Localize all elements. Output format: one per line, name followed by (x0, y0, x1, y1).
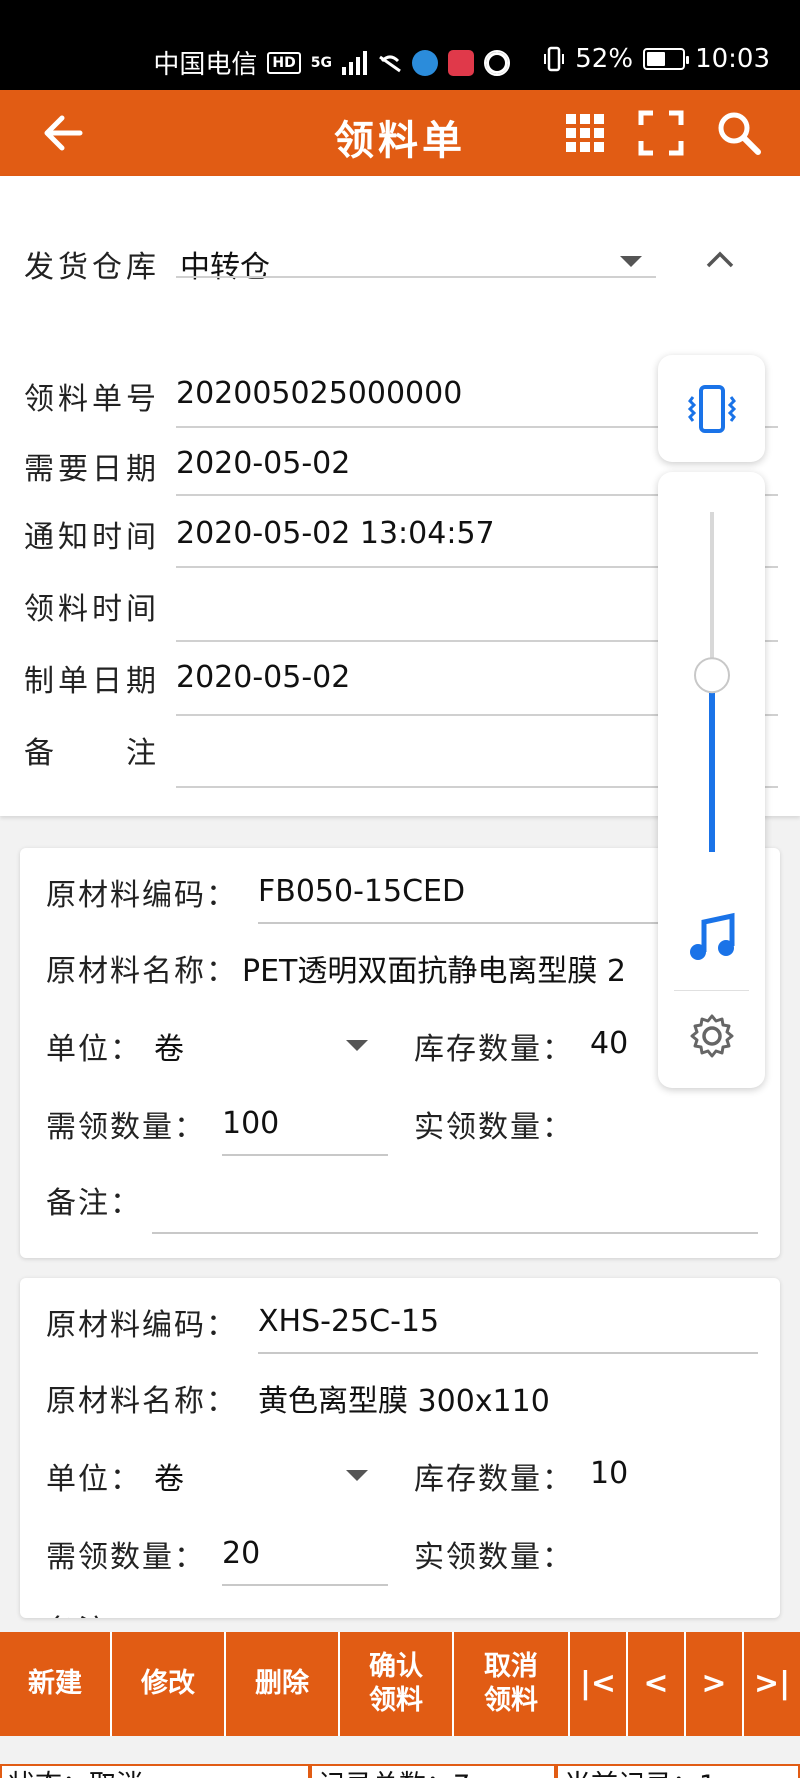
warehouse-label: 发货仓库 (24, 250, 160, 285)
signal-icon (342, 50, 367, 75)
bottom-toolbar: 新建 修改 删除 确认 领料 取消 领料 |< < > >| (0, 1632, 800, 1736)
required-qty-label: 需领数量： (46, 1110, 206, 1145)
stock-qty-label: 库存数量： (414, 1462, 574, 1497)
warehouse-select[interactable]: 中转仓 (180, 242, 270, 286)
field-label: 通知时间 (24, 520, 160, 555)
delete-button[interactable]: 删除 (226, 1632, 340, 1736)
next-record-button[interactable]: > (686, 1632, 744, 1736)
vibrate-icon[interactable] (684, 381, 740, 437)
cancel-pick-button[interactable]: 取消 领料 (454, 1632, 570, 1736)
volume-slider[interactable] (691, 512, 733, 852)
material-code-field[interactable]: FB050-15CED (258, 874, 465, 909)
material-code-label: 原材料编码： (46, 878, 238, 913)
gear-icon[interactable] (688, 1012, 736, 1060)
system-status-bar: 中国电信 HD 5G 52% 10:03 (0, 0, 800, 90)
required-qty-label: 需领数量： (46, 1540, 206, 1575)
material-code-label: 原材料编码： (46, 1308, 238, 1343)
collapse-chevron-up-icon[interactable] (704, 248, 736, 270)
volume-panel (658, 472, 765, 1088)
browser-app-icon (412, 49, 438, 76)
warehouse-dropdown-arrow-icon[interactable] (620, 256, 642, 267)
field-label: 制单日期 (24, 664, 160, 699)
field-label: 领料单号 (24, 382, 160, 417)
status-right-group: 52% 10:03 (543, 44, 770, 74)
unit-dropdown-arrow-icon[interactable] (346, 1040, 368, 1051)
volume-fill (709, 675, 715, 852)
notice-time-field[interactable]: 2020-05-02 13:04:57 (176, 516, 495, 551)
field-underline (222, 1584, 388, 1586)
first-record-button[interactable]: |< (570, 1632, 628, 1736)
field-label: 备 注 (24, 736, 160, 771)
volume-knob[interactable] (694, 657, 730, 694)
field-label: 需要日期 (24, 452, 160, 487)
vibrate-mode-icon (544, 46, 565, 72)
record-total: 记录总数：7 (310, 1764, 556, 1778)
material-code-field[interactable]: XHS-25C-15 (258, 1304, 439, 1339)
battery-icon (643, 48, 690, 70)
material-name-value: 黄色离型膜 300x110 (258, 1384, 550, 1419)
prev-record-button[interactable]: < (628, 1632, 686, 1736)
material-item-card: 原材料编码： XHS-25C-15 原材料名称： 黄色离型膜 300x110 单… (20, 1278, 780, 1618)
item-remark-label: 备注： (46, 1606, 142, 1618)
edit-button[interactable]: 修改 (112, 1632, 226, 1736)
material-name-label: 原材料名称： (46, 1384, 238, 1419)
record-state: 状态：取消 (0, 1764, 310, 1778)
music-note-icon[interactable] (686, 912, 738, 964)
confirm-pick-button[interactable]: 确认 领料 (340, 1632, 454, 1736)
material-name-value: PET透明双面抗静电离型膜 2 (242, 954, 626, 989)
network-type: 5G (310, 54, 332, 71)
actual-qty-label: 实领数量： (414, 1540, 574, 1575)
stock-qty-value: 40 (590, 1026, 629, 1061)
reader-app-icon (448, 49, 474, 76)
field-underline (258, 1352, 758, 1354)
unit-select[interactable]: 卷 (154, 1454, 184, 1498)
material-name-label: 原材料名称： (46, 954, 238, 989)
unit-dropdown-arrow-icon[interactable] (346, 1470, 368, 1481)
required-qty-field[interactable]: 100 (222, 1106, 279, 1141)
scan-frame-icon[interactable] (638, 110, 684, 156)
stock-qty-value: 10 (590, 1456, 629, 1491)
clock: 10:03 (695, 44, 770, 74)
battery-percent: 52% (575, 44, 634, 74)
stock-qty-label: 库存数量： (414, 1032, 574, 1067)
hd-badge: HD (267, 51, 301, 74)
item-remark-field[interactable] (152, 1232, 758, 1234)
search-icon[interactable] (716, 110, 762, 156)
record-current: 当前记录：1 (556, 1764, 800, 1778)
carrier-name: 中国电信 (153, 50, 258, 80)
order-number-field[interactable]: 202005025000000 (176, 376, 462, 411)
created-date-field[interactable]: 2020-05-02 (176, 660, 350, 695)
field-label: 领料时间 (24, 592, 160, 627)
vibrate-toggle-panel[interactable] (658, 355, 765, 462)
panel-divider (674, 990, 749, 991)
no-wifi-icon (379, 55, 401, 72)
item-remark-label: 备注： (46, 1186, 142, 1221)
hand-app-icon (484, 49, 510, 76)
app-bar: 领料单 (0, 90, 800, 176)
new-button[interactable]: 新建 (0, 1632, 112, 1736)
record-status-strip: 状态：取消 记录总数：7 当前记录：1 (0, 1764, 800, 1778)
status-left-group: 中国电信 HD 5G (153, 44, 510, 81)
unit-select[interactable]: 卷 (154, 1024, 184, 1068)
unit-label: 单位： (46, 1462, 142, 1497)
unit-label: 单位： (46, 1032, 142, 1067)
last-record-button[interactable]: >| (744, 1632, 800, 1736)
required-qty-field[interactable]: 20 (222, 1536, 260, 1571)
field-underline (222, 1154, 388, 1156)
required-date-field[interactable]: 2020-05-02 (176, 446, 350, 481)
actual-qty-label: 实领数量： (414, 1110, 574, 1145)
warehouse-underline (176, 276, 656, 278)
grid-menu-icon[interactable] (562, 110, 608, 156)
